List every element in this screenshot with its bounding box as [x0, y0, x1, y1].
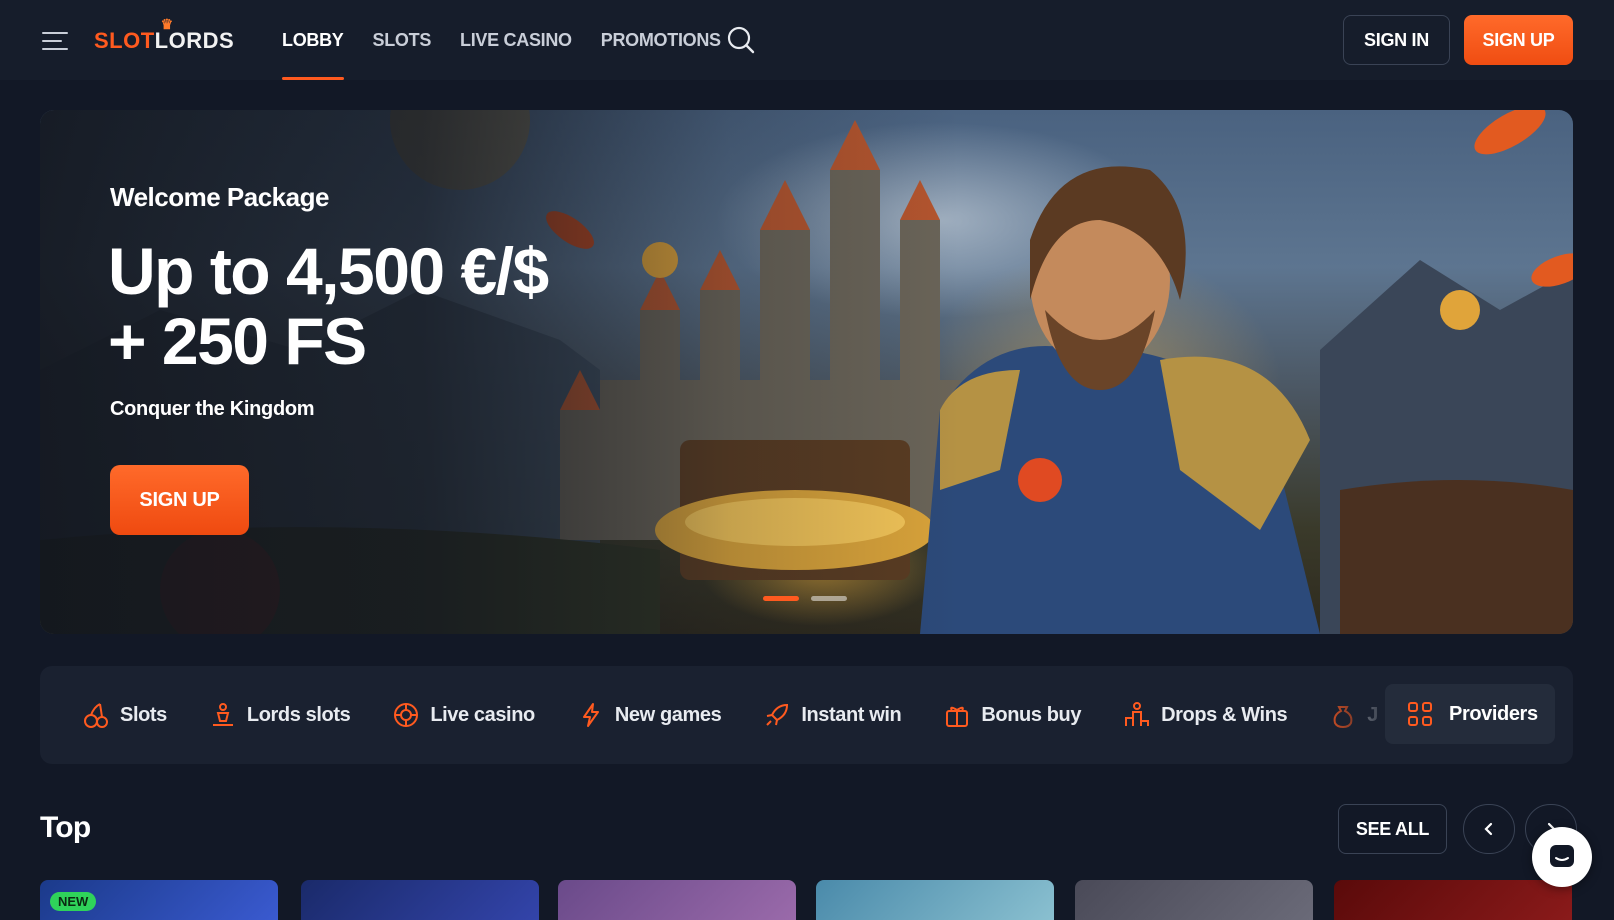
- category-drops-wins[interactable]: Drops & Wins: [1123, 701, 1288, 729]
- category-instant-win[interactable]: Instant win: [763, 701, 902, 729]
- sign-up-button[interactable]: SIGN UP: [1464, 15, 1573, 65]
- category-label: Drops & Wins: [1161, 703, 1288, 726]
- providers-button[interactable]: Providers: [1385, 684, 1555, 744]
- hero-title-line1: Up to 4,500 €/$: [108, 234, 549, 308]
- category-live-casino[interactable]: Live casino: [392, 701, 535, 729]
- category-new-games[interactable]: New games: [577, 701, 722, 729]
- providers-label: Providers: [1449, 702, 1538, 725]
- hero-subtitle: Conquer the Kingdom: [110, 398, 315, 420]
- category-bar: Slots Lords slots Live casino New games: [40, 666, 1573, 764]
- category-label: Instant win: [801, 703, 902, 726]
- rocket-icon: [766, 703, 789, 726]
- hero-title-line2: + 250 FS: [108, 304, 367, 378]
- hero-title: Up to 4,500 €/$ + 250 FS: [108, 234, 549, 378]
- grid-icon: [1408, 702, 1432, 726]
- game-tile[interactable]: [1334, 880, 1572, 920]
- gift-icon: [946, 706, 969, 727]
- see-all-button[interactable]: SEE ALL: [1338, 804, 1447, 854]
- logo-text-lords-wrap: ♛ LORDS: [155, 16, 235, 54]
- carousel-dot[interactable]: [763, 596, 799, 601]
- sign-in-button[interactable]: SIGN IN: [1343, 15, 1450, 65]
- category-label: Live casino: [430, 703, 535, 726]
- hero-sign-up-button[interactable]: SIGN UP: [110, 465, 249, 535]
- nav-live-casino[interactable]: LIVE CASINO: [460, 0, 572, 80]
- game-tile[interactable]: [1075, 880, 1313, 920]
- game-tile[interactable]: [301, 880, 539, 920]
- podium-icon: [1125, 702, 1150, 726]
- category-label: Slots: [120, 703, 167, 726]
- category-label: New games: [614, 703, 722, 726]
- carousel-dot[interactable]: [811, 596, 847, 601]
- chat-icon: [1550, 845, 1574, 867]
- chat-button[interactable]: [1532, 827, 1592, 887]
- top-header: SLOT ♛ LORDS LOBBY SLOTS LIVE CASINO PRO…: [0, 0, 1614, 80]
- game-tile[interactable]: [558, 880, 796, 920]
- menu-icon[interactable]: [42, 32, 68, 50]
- chip-icon: [394, 703, 419, 727]
- category-slots[interactable]: Slots: [82, 701, 167, 729]
- section-title-top: Top: [40, 811, 91, 844]
- game-tile[interactable]: NEW: [40, 880, 278, 920]
- logo[interactable]: SLOT ♛ LORDS: [94, 16, 235, 58]
- nav-slots[interactable]: SLOTS: [373, 0, 432, 80]
- throne-icon: [212, 703, 233, 726]
- category-lords-slots[interactable]: Lords slots: [209, 701, 351, 729]
- nav-promotions[interactable]: PROMOTIONS: [601, 0, 721, 80]
- hero-kicker: Welcome Package: [110, 182, 329, 212]
- category-label: Lords slots: [246, 703, 351, 726]
- chevron-left-icon: [1484, 822, 1493, 836]
- hero-banner[interactable]: Welcome Package Up to 4,500 €/$ + 250 FS…: [40, 110, 1573, 634]
- main-nav: LOBBY SLOTS LIVE CASINO PROMOTIONS: [282, 0, 750, 80]
- category-label: Bonus buy: [981, 703, 1082, 726]
- game-tiles-row: NEW: [40, 880, 1614, 920]
- lightning-icon: [582, 703, 599, 727]
- crown-icon: ♛: [160, 16, 174, 32]
- new-badge: NEW: [50, 892, 97, 911]
- category-bonus-buy[interactable]: Bonus buy: [943, 701, 1081, 729]
- game-tile[interactable]: [816, 880, 1054, 920]
- search-icon[interactable]: [726, 25, 756, 55]
- category-list: Slots Lords slots Live casino New games: [82, 666, 1420, 764]
- cherries-icon: [84, 703, 108, 728]
- prev-button[interactable]: [1463, 804, 1515, 854]
- logo-text-slot: SLOT: [94, 28, 155, 53]
- carousel-dots: [763, 596, 847, 601]
- nav-lobby[interactable]: LOBBY: [282, 0, 344, 80]
